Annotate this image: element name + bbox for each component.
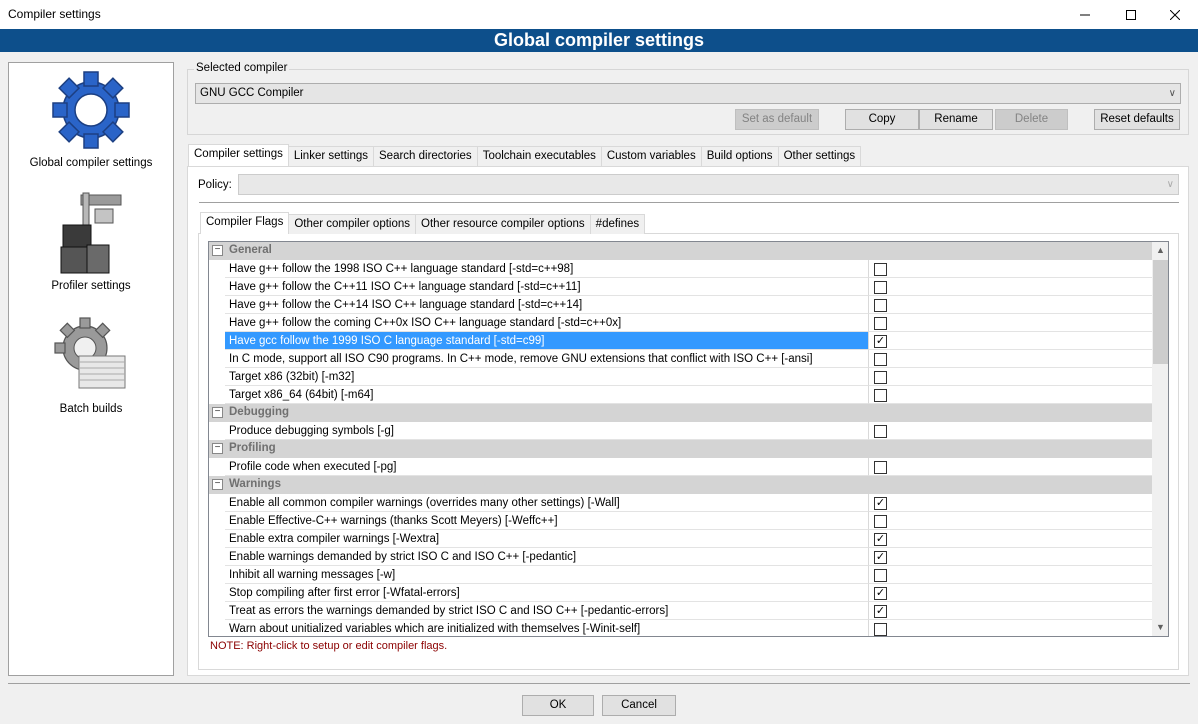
maximize-icon <box>1126 9 1136 20</box>
flag-checkbox[interactable] <box>874 263 887 276</box>
flag-checkbox[interactable] <box>874 371 887 384</box>
set-as-default-button[interactable]: Set as default <box>735 109 819 130</box>
cancel-button[interactable]: Cancel <box>602 695 676 716</box>
page-banner: Global compiler settings <box>0 29 1198 52</box>
sidebar-item-label: Batch builds <box>59 403 123 415</box>
tab-build-options[interactable]: Build options <box>700 146 779 166</box>
flag-row[interactable]: Enable all common compiler warnings (ove… <box>209 494 1152 512</box>
flag-checkbox[interactable]: ✓ <box>874 497 887 510</box>
flag-row[interactable]: Enable warnings demanded by strict ISO C… <box>209 548 1152 566</box>
sidebar-item-global-compiler-settings[interactable]: Global compiler settings <box>9 65 173 169</box>
flag-checkbox[interactable] <box>874 389 887 402</box>
rename-button[interactable]: Rename <box>919 109 993 130</box>
flag-checkbox[interactable]: ✓ <box>874 533 887 546</box>
tab-compiler-flags[interactable]: Compiler Flags <box>200 212 290 234</box>
minimize-icon <box>1080 14 1090 15</box>
tab-other-compiler-options[interactable]: Other compiler options <box>288 214 417 234</box>
tab-search-directories[interactable]: Search directories <box>373 146 478 166</box>
maximize-button[interactable] <box>1108 0 1154 29</box>
outer-tab-bar: Compiler settings Linker settings Search… <box>188 144 862 166</box>
flag-checkbox[interactable]: ✓ <box>874 335 887 348</box>
policy-select[interactable]: ∨ <box>238 174 1179 195</box>
flag-checkbox[interactable] <box>874 569 887 582</box>
divider <box>199 202 1179 203</box>
flag-checkbox[interactable] <box>874 623 887 636</box>
flag-row[interactable]: Target x86_64 (64bit) [-m64] <box>209 386 1152 404</box>
policy-label: Policy: <box>198 179 232 191</box>
category-profiling[interactable]: − Profiling <box>209 440 1152 458</box>
flag-checkbox[interactable] <box>874 425 887 438</box>
sidebar-item-batch-builds[interactable]: Batch builds <box>9 311 173 415</box>
window-title: Compiler settings <box>8 7 101 21</box>
flag-checkbox[interactable] <box>874 317 887 330</box>
scrollbar-thumb[interactable] <box>1153 260 1168 364</box>
footer-divider <box>8 683 1190 684</box>
minimize-button[interactable] <box>1062 0 1108 29</box>
tab-other-resource-compiler-options[interactable]: Other resource compiler options <box>415 214 591 234</box>
flag-checkbox[interactable] <box>874 461 887 474</box>
gear-icon <box>46 65 136 155</box>
sidebar-item-label: Global compiler settings <box>29 157 153 169</box>
compiler-select[interactable]: GNU GCC Compiler ∨ <box>195 83 1181 104</box>
flag-row-selected[interactable]: Have gcc follow the 1999 ISO C language … <box>209 332 1152 350</box>
flag-row[interactable]: Have g++ follow the C++14 ISO C++ langua… <box>209 296 1152 314</box>
collapse-icon[interactable]: − <box>212 407 223 418</box>
flag-row[interactable]: Have g++ follow the C++11 ISO C++ langua… <box>209 278 1152 296</box>
copy-button[interactable]: Copy <box>845 109 919 130</box>
collapse-icon[interactable]: − <box>212 443 223 454</box>
title-bar: Compiler settings <box>0 0 1198 29</box>
group-title: Selected compiler <box>194 62 290 74</box>
scroll-up-icon[interactable]: ▲ <box>1152 242 1168 259</box>
flag-row[interactable]: Enable Effective-C++ warnings (thanks Sc… <box>209 512 1152 530</box>
flag-row[interactable]: Warn about unitialized variables which a… <box>209 620 1152 636</box>
scroll-down-icon[interactable]: ▼ <box>1152 619 1168 636</box>
flag-row[interactable]: Enable extra compiler warnings [-Wextra]… <box>209 530 1152 548</box>
flag-checkbox[interactable] <box>874 281 887 294</box>
delete-button[interactable]: Delete <box>995 109 1068 130</box>
tab-toolchain-executables[interactable]: Toolchain executables <box>476 146 602 166</box>
sidebar-item-label: Profiler settings <box>51 280 131 292</box>
chevron-down-icon: ∨ <box>1168 88 1176 99</box>
grid-scrollbar[interactable]: ▲ ▼ <box>1152 242 1168 636</box>
close-button[interactable] <box>1152 0 1198 29</box>
flag-checkbox[interactable]: ✓ <box>874 605 887 618</box>
flag-row[interactable]: Treat as errors the warnings demanded by… <box>209 602 1152 620</box>
flag-row[interactable]: Inhibit all warning messages [-w] <box>209 566 1152 584</box>
tab-defines[interactable]: #defines <box>589 214 646 234</box>
flags-note: NOTE: Right-click to setup or edit compi… <box>210 640 448 652</box>
caliper-icon <box>46 188 136 278</box>
flag-checkbox[interactable] <box>874 515 887 528</box>
category-warnings[interactable]: − Warnings <box>209 476 1152 494</box>
sidebar-item-profiler-settings[interactable]: Profiler settings <box>9 188 173 292</box>
flag-row[interactable]: Produce debugging symbols [-g] <box>209 422 1152 440</box>
ok-button[interactable]: OK <box>522 695 594 716</box>
close-icon <box>1170 9 1180 20</box>
batch-gear-icon <box>46 311 136 401</box>
tab-custom-variables[interactable]: Custom variables <box>600 146 702 166</box>
tab-linker-settings[interactable]: Linker settings <box>287 146 374 166</box>
flag-checkbox[interactable] <box>874 353 887 366</box>
flag-row[interactable]: Have g++ follow the 1998 ISO C++ languag… <box>209 260 1152 278</box>
reset-defaults-button[interactable]: Reset defaults <box>1094 109 1180 130</box>
flag-checkbox[interactable] <box>874 299 887 312</box>
collapse-icon[interactable]: − <box>212 245 223 256</box>
tab-other-settings[interactable]: Other settings <box>777 146 862 166</box>
flag-row[interactable]: Profile code when executed [-pg] <box>209 458 1152 476</box>
flag-row[interactable]: Have g++ follow the coming C++0x ISO C++… <box>209 314 1152 332</box>
compiler-select-value: GNU GCC Compiler <box>200 87 304 99</box>
collapse-icon[interactable]: − <box>212 479 223 490</box>
compiler-flags-grid: − General Have g++ follow the 1998 ISO C… <box>208 241 1169 637</box>
flag-row[interactable]: Target x86 (32bit) [-m32] <box>209 368 1152 386</box>
flag-checkbox[interactable]: ✓ <box>874 587 887 600</box>
flag-row[interactable]: Stop compiling after first error [-Wfata… <box>209 584 1152 602</box>
category-general[interactable]: − General <box>209 242 1152 260</box>
tab-compiler-settings[interactable]: Compiler settings <box>188 144 289 166</box>
category-debugging[interactable]: − Debugging <box>209 404 1152 422</box>
flag-row[interactable]: In C mode, support all ISO C90 programs.… <box>209 350 1152 368</box>
inner-tab-bar: Compiler Flags Other compiler options Ot… <box>200 212 646 234</box>
flag-checkbox[interactable]: ✓ <box>874 551 887 564</box>
settings-category-list: Global compiler settings Profiler settin… <box>8 62 174 676</box>
chevron-down-icon: ∨ <box>1166 179 1174 190</box>
